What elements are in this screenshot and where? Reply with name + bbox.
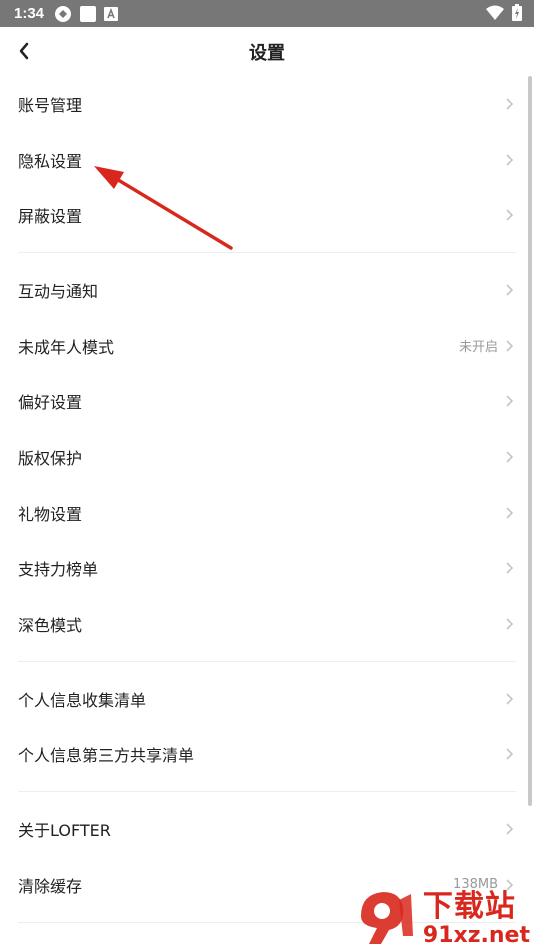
settings-item-label: 深色模式 (18, 616, 83, 636)
settings-item-label: 屏蔽设置 (18, 207, 83, 227)
settings-item-label: 礼物设置 (18, 504, 83, 524)
chevron-right-icon (506, 823, 514, 835)
settings-item-gifts[interactable]: 礼物设置 (0, 485, 534, 541)
settings-item-label: 个人信息第三方共享清单 (18, 746, 195, 766)
settings-item-privacy[interactable]: 隐私设置 (0, 132, 534, 188)
settings-item-label: 版权保护 (18, 448, 83, 468)
settings-item-label: 未成年人模式 (18, 337, 115, 357)
settings-item-third-party-sharing[interactable]: 个人信息第三方共享清单 (0, 727, 534, 783)
wifi-icon (486, 5, 504, 20)
settings-item-minor-mode[interactable]: 未成年人模式 未开启 (0, 318, 534, 374)
chevron-right-icon (506, 748, 514, 760)
group-divider (0, 782, 534, 801)
settings-item-block[interactable]: 屏蔽设置 (0, 187, 534, 243)
settings-item-label: 互动与通知 (18, 281, 99, 301)
settings-item-account[interactable]: 账号管理 (0, 76, 534, 132)
watermark-url: 91xz.net (422, 923, 530, 948)
settings-item-label: 偏好设置 (18, 393, 83, 413)
chevron-right-icon (506, 618, 514, 630)
chevron-right-icon (506, 395, 514, 407)
settings-item-copyright[interactable]: 版权保护 (0, 429, 534, 485)
page-header: 设置 (0, 27, 534, 77)
settings-item-label: 清除缓存 (18, 876, 83, 896)
settings-item-support-ranking[interactable]: 支持力榜单 (0, 541, 534, 597)
chevron-right-icon (506, 284, 514, 296)
minor-mode-status: 未开启 (458, 340, 498, 356)
group-divider (0, 243, 534, 262)
chevron-right-icon (506, 562, 514, 574)
app-a-icon (104, 6, 119, 21)
status-time: 1:34 (14, 5, 45, 22)
settings-item-label: 隐私设置 (18, 151, 83, 171)
scrollbar[interactable] (528, 76, 532, 806)
settings-item-preferences[interactable]: 偏好设置 (0, 373, 534, 429)
chevron-right-icon (506, 153, 514, 166)
settings-item-label: 支持力榜单 (18, 560, 99, 580)
settings-list: 账号管理 隐私设置 屏蔽设置 互动与通知 未成年人模式 未开启 偏好设置 版权保… (0, 76, 534, 932)
chevron-right-icon (506, 340, 514, 352)
chevron-right-icon (506, 98, 514, 110)
settings-item-interaction[interactable]: 互动与通知 (0, 262, 534, 318)
settings-item-label: 账号管理 (18, 95, 83, 115)
status-bar: 1:34 (0, 0, 534, 27)
watermark-title: 下载站 (422, 889, 516, 924)
watermark-logo-icon (360, 892, 413, 944)
chevron-right-icon (506, 451, 514, 463)
chevron-right-icon (506, 209, 514, 221)
settings-item-about[interactable]: 关于LOFTER (0, 801, 534, 857)
chevron-right-icon (506, 693, 514, 705)
settings-item-personal-info-list[interactable]: 个人信息收集清单 (0, 671, 534, 727)
group-divider (0, 652, 534, 671)
settings-item-label: 关于LOFTER (18, 821, 111, 841)
settings-item-dark-mode[interactable]: 深色模式 (0, 596, 534, 652)
page-title: 设置 (249, 43, 285, 64)
battery-icon (512, 4, 522, 21)
sync-icon (55, 5, 72, 22)
settings-item-label: 个人信息收集清单 (18, 690, 147, 710)
chevron-right-icon (506, 507, 514, 519)
notification-square-icon (80, 5, 97, 22)
watermark: 下载站 91xz.net (355, 886, 530, 948)
